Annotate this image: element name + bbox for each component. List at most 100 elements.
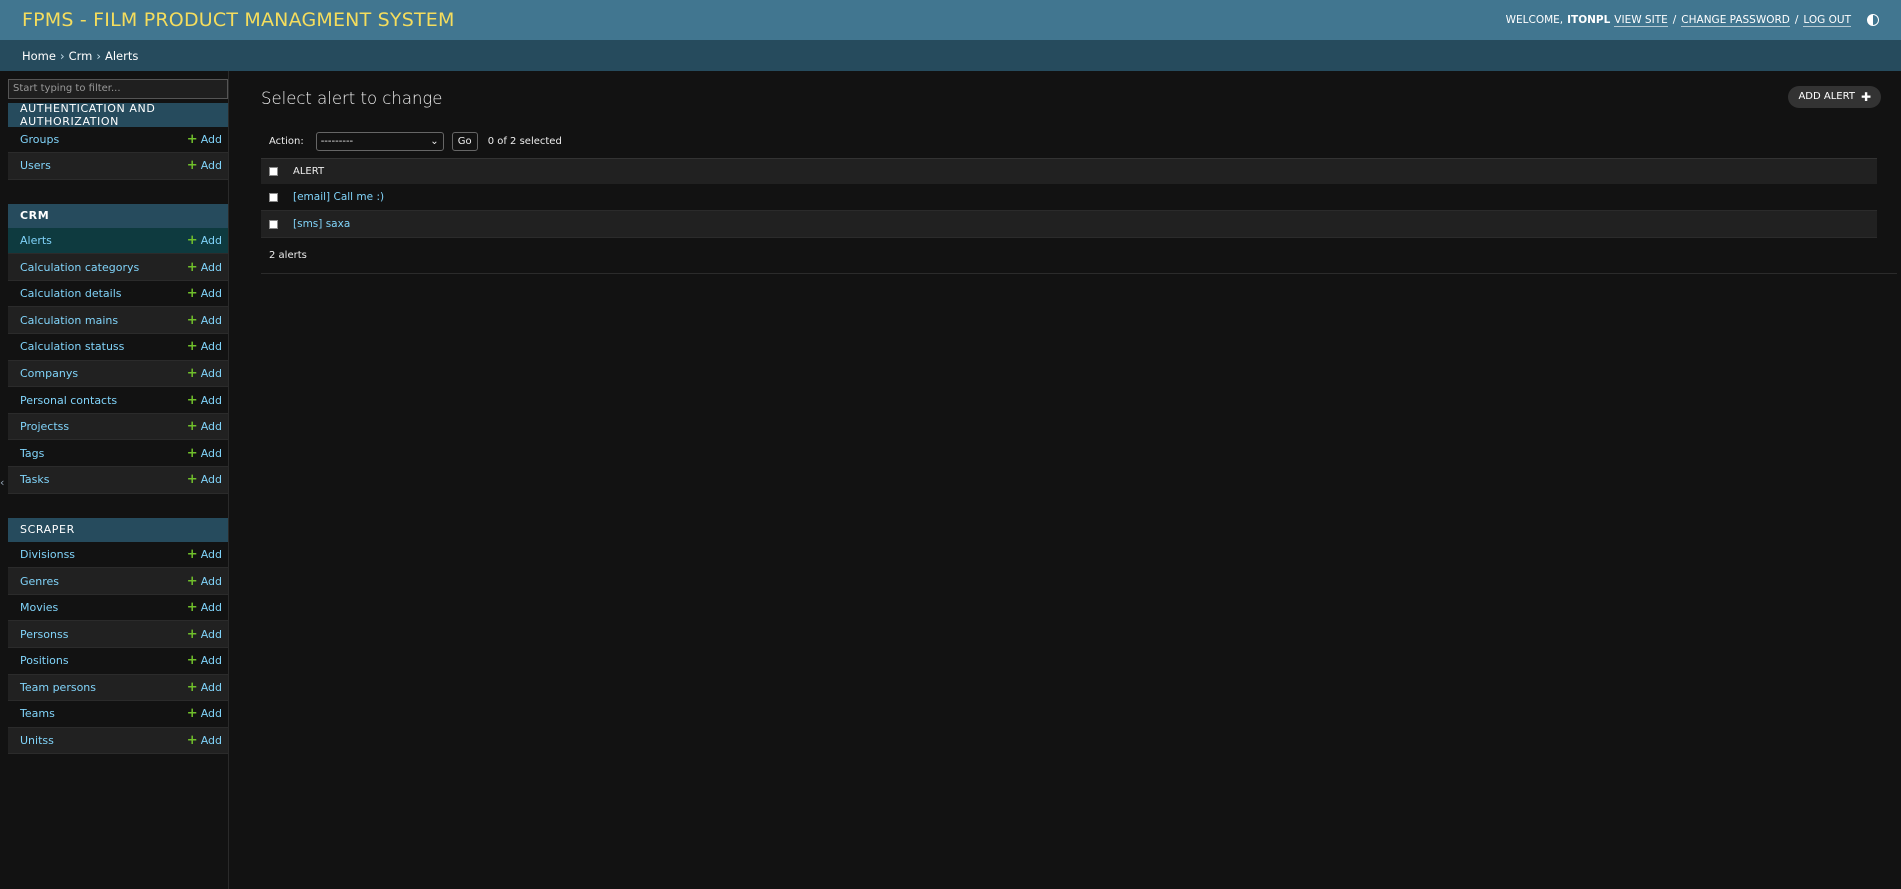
change-password-link[interactable]: CHANGE PASSWORD bbox=[1681, 14, 1790, 27]
add-link[interactable]: + Add bbox=[187, 420, 222, 433]
model-link[interactable]: Teams bbox=[20, 707, 55, 720]
add-label: Add bbox=[200, 393, 222, 407]
sidebar-item-team-persons[interactable]: Team persons + Add bbox=[8, 674, 228, 702]
add-label: Add bbox=[200, 446, 222, 460]
model-link[interactable]: Personal contacts bbox=[20, 394, 117, 407]
sidebar-item-tags[interactable]: Tags + Add bbox=[8, 440, 228, 468]
add-alert-label: ADD ALERT bbox=[1798, 91, 1855, 102]
plus-icon: + bbox=[186, 706, 198, 722]
user-tools: WELCOME, ITONPL VIEW SITE / CHANGE PASSW… bbox=[1506, 14, 1879, 27]
row-checkbox[interactable] bbox=[269, 192, 278, 202]
add-link[interactable]: + Add bbox=[187, 601, 222, 614]
model-link[interactable]: Alerts bbox=[20, 234, 52, 247]
module-caption[interactable]: SCRAPER bbox=[8, 517, 228, 542]
sidebar-item-genres[interactable]: Genres + Add bbox=[8, 568, 228, 595]
model-link[interactable]: Calculation mains bbox=[20, 314, 118, 327]
view-site-link[interactable]: VIEW SITE bbox=[1614, 14, 1668, 27]
add-link[interactable]: + Add bbox=[187, 654, 222, 667]
plus-icon: + bbox=[186, 653, 198, 669]
model-link[interactable]: Users bbox=[20, 159, 51, 172]
module-auth: AUTHENTICATION AND AUTHORIZATION Groups … bbox=[8, 102, 228, 180]
model-link[interactable]: Tasks bbox=[20, 473, 49, 486]
plus-icon: ✚ bbox=[1860, 89, 1871, 104]
sidebar-item-calculation-mains[interactable]: Calculation mains + Add bbox=[8, 307, 228, 335]
add-label: Add bbox=[200, 260, 222, 274]
model-link[interactable]: Calculation details bbox=[20, 287, 122, 300]
sidebar-item-personss[interactable]: Personss + Add bbox=[8, 621, 228, 648]
module-caption[interactable]: CRM bbox=[8, 203, 228, 228]
sidebar-item-projectss[interactable]: Projectss + Add bbox=[8, 413, 228, 441]
sidebar-item-personal-contacts[interactable]: Personal contacts + Add bbox=[8, 387, 228, 414]
add-link[interactable]: + Add bbox=[187, 575, 222, 588]
add-link[interactable]: + Add bbox=[187, 548, 222, 561]
add-link[interactable]: + Add bbox=[187, 340, 222, 353]
add-link[interactable]: + Add bbox=[187, 734, 222, 747]
select-all-checkbox[interactable] bbox=[269, 167, 278, 176]
add-label: Add bbox=[200, 574, 222, 588]
breadcrumb-home[interactable]: Home bbox=[22, 49, 56, 63]
plus-icon: + bbox=[186, 365, 198, 381]
sidebar-item-teams[interactable]: Teams + Add bbox=[8, 701, 228, 728]
row-link[interactable]: [email] Call me :) bbox=[293, 191, 384, 203]
add-link[interactable]: + Add bbox=[187, 628, 222, 641]
add-link[interactable]: + Add bbox=[187, 314, 222, 327]
sidebar-item-tasks[interactable]: Tasks + Add bbox=[8, 467, 228, 494]
sidebar-item-groups[interactable]: Groups + Add bbox=[8, 126, 228, 154]
model-link[interactable]: Tags bbox=[20, 447, 44, 460]
add-link[interactable]: + Add bbox=[187, 394, 222, 407]
add-link[interactable]: + Add bbox=[187, 287, 222, 300]
model-link[interactable]: Personss bbox=[20, 628, 68, 641]
sidebar-item-calculation-statuss[interactable]: Calculation statuss + Add bbox=[8, 334, 228, 361]
site-branding[interactable]: FPMS - FILM PRODUCT MANAGMENT SYSTEM bbox=[22, 9, 455, 31]
row-link[interactable]: [sms] saxa bbox=[293, 218, 350, 230]
model-link[interactable]: Team persons bbox=[20, 681, 96, 694]
row-checkbox[interactable] bbox=[269, 219, 278, 229]
add-link[interactable]: + Add bbox=[187, 473, 222, 486]
add-alert-button[interactable]: ADD ALERT ✚ bbox=[1788, 85, 1881, 108]
model-link[interactable]: Movies bbox=[20, 601, 58, 614]
model-link[interactable]: Unitss bbox=[20, 734, 54, 747]
add-link[interactable]: + Add bbox=[187, 133, 222, 146]
add-link[interactable]: + Add bbox=[187, 159, 222, 172]
sidebar-collapse-icon[interactable]: ‹ bbox=[0, 476, 4, 489]
sidebar-item-users[interactable]: Users + Add bbox=[8, 153, 228, 180]
sidebar-item-calculation-details[interactable]: Calculation details + Add bbox=[8, 280, 228, 308]
model-link[interactable]: Positions bbox=[20, 654, 69, 667]
plus-icon: + bbox=[186, 679, 198, 695]
add-link[interactable]: + Add bbox=[187, 681, 222, 694]
add-link[interactable]: + Add bbox=[187, 261, 222, 274]
log-out-link[interactable]: LOG OUT bbox=[1803, 14, 1851, 27]
plus-icon: + bbox=[186, 232, 198, 248]
add-link[interactable]: + Add bbox=[187, 234, 222, 247]
sidebar-item-unitss[interactable]: Unitss + Add bbox=[8, 727, 228, 755]
add-label: Add bbox=[200, 233, 222, 247]
add-link[interactable]: + Add bbox=[187, 367, 222, 380]
model-link[interactable]: Calculation statuss bbox=[20, 340, 124, 353]
model-link[interactable]: Projectss bbox=[20, 420, 69, 433]
sidebar-item-alerts[interactable]: Alerts + Add bbox=[8, 227, 228, 255]
column-header-alert[interactable]: ALERT bbox=[293, 166, 324, 177]
module-caption[interactable]: AUTHENTICATION AND AUTHORIZATION bbox=[8, 102, 228, 128]
sidebar-item-divisionss[interactable]: Divisionss + Add bbox=[8, 541, 228, 569]
sidebar-item-calculation-categorys[interactable]: Calculation categorys + Add bbox=[8, 254, 228, 281]
sidebar-item-companys[interactable]: Companys + Add bbox=[8, 360, 228, 388]
add-label: Add bbox=[200, 313, 222, 327]
theme-toggle-icon[interactable] bbox=[1867, 14, 1879, 26]
add-link[interactable]: + Add bbox=[187, 447, 222, 460]
sidebar-item-movies[interactable]: Movies + Add bbox=[8, 594, 228, 622]
sidebar-item-positions[interactable]: Positions + Add bbox=[8, 648, 228, 675]
add-link[interactable]: + Add bbox=[187, 707, 222, 720]
nav-filter-input[interactable] bbox=[8, 78, 228, 99]
action-select[interactable]: --------- ⌄ bbox=[315, 131, 444, 151]
model-link[interactable]: Groups bbox=[20, 133, 59, 146]
go-button[interactable]: Go bbox=[451, 131, 478, 151]
model-link[interactable]: Genres bbox=[20, 575, 59, 588]
username: ITONPL bbox=[1567, 14, 1611, 26]
plus-icon: + bbox=[186, 312, 198, 328]
model-link[interactable]: Companys bbox=[20, 367, 78, 380]
model-link[interactable]: Calculation categorys bbox=[20, 261, 139, 274]
title-row: Select alert to change ADD ALERT ✚ bbox=[261, 85, 1897, 108]
model-link[interactable]: Divisionss bbox=[20, 548, 75, 561]
add-label: Add bbox=[200, 547, 222, 561]
breadcrumb-app[interactable]: Crm bbox=[69, 49, 93, 63]
